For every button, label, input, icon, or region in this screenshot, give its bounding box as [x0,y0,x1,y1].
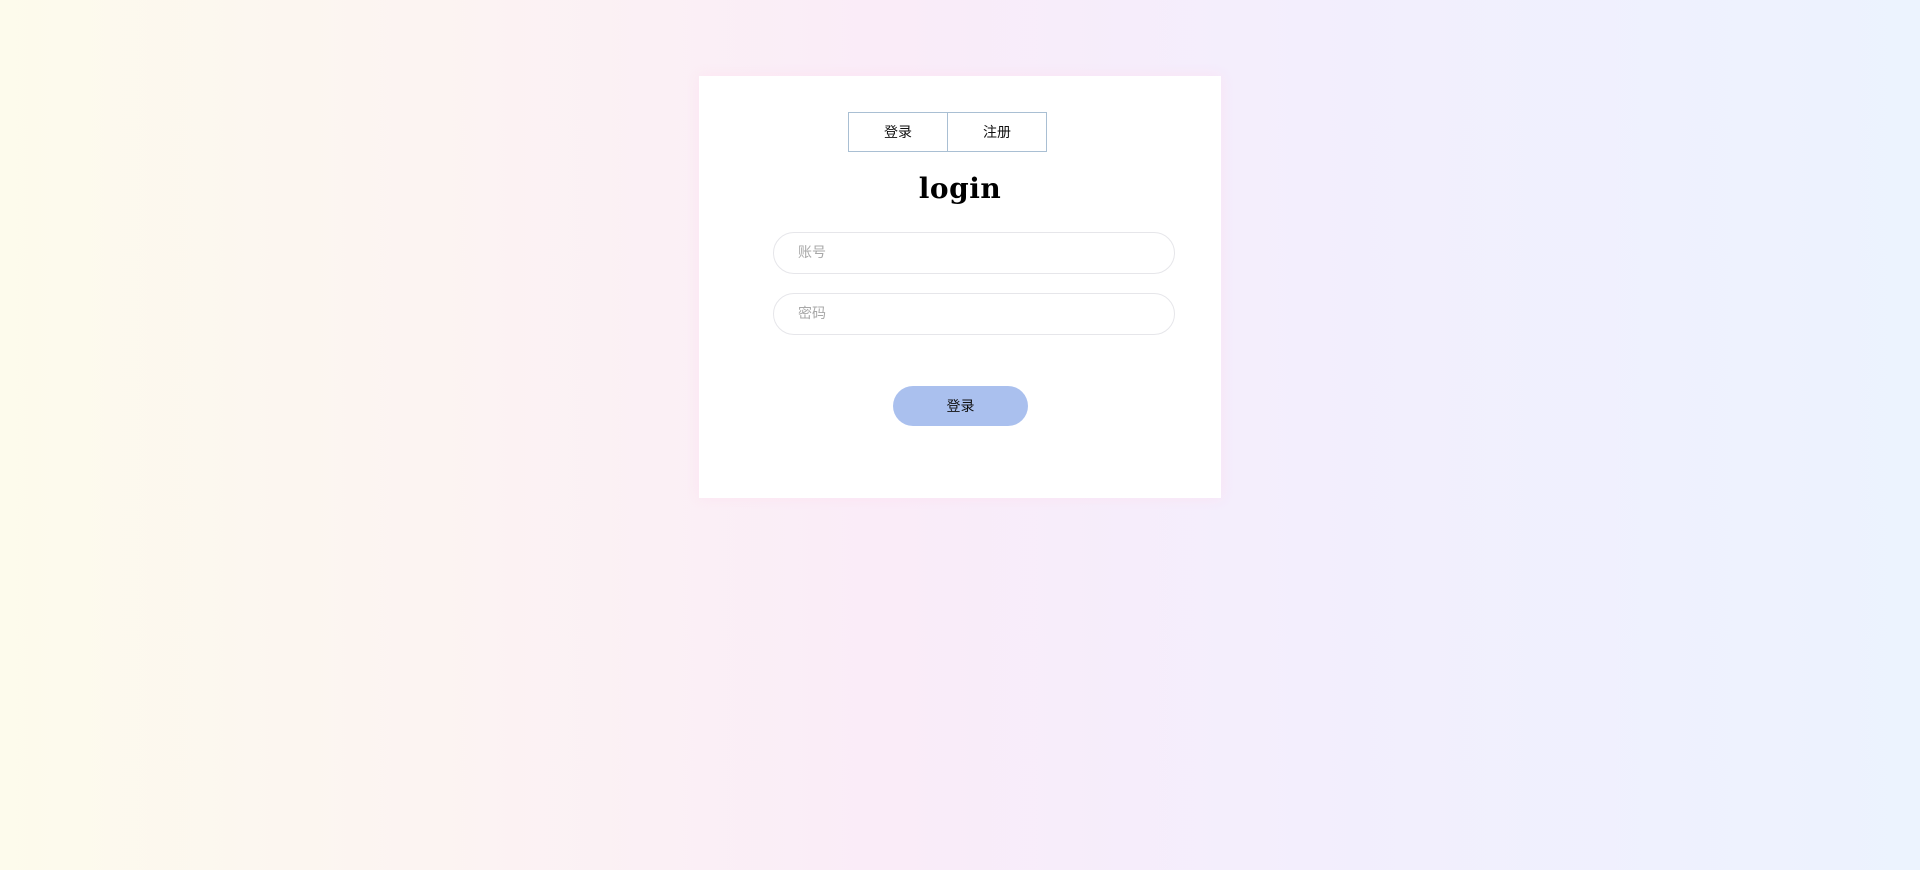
password-input[interactable] [774,294,1174,334]
auth-tabs: 登录 注册 [848,112,1047,152]
tab-register[interactable]: 注册 [947,112,1047,152]
login-card: 登录 注册 login 登录 [699,76,1221,498]
account-input[interactable] [774,233,1174,273]
form-title: login [918,172,1002,205]
tab-login[interactable]: 登录 [848,112,948,152]
password-field-wrapper [773,293,1175,335]
login-button[interactable]: 登录 [893,386,1028,426]
account-field-wrapper [773,232,1175,274]
